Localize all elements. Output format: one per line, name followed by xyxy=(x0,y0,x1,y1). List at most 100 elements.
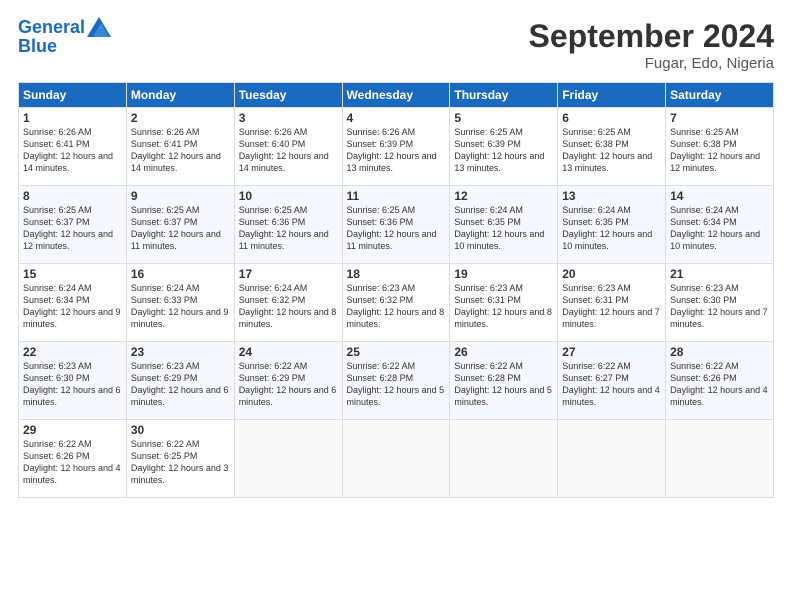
calendar-cell: 18 Sunrise: 6:23 AM Sunset: 6:32 PM Dayl… xyxy=(342,264,450,342)
day-number: 17 xyxy=(239,267,338,281)
calendar-cell: 19 Sunrise: 6:23 AM Sunset: 6:31 PM Dayl… xyxy=(450,264,558,342)
day-info: Sunrise: 6:25 AM Sunset: 6:39 PM Dayligh… xyxy=(454,126,553,175)
day-info: Sunrise: 6:24 AM Sunset: 6:35 PM Dayligh… xyxy=(454,204,553,253)
day-info: Sunrise: 6:25 AM Sunset: 6:38 PM Dayligh… xyxy=(670,126,769,175)
calendar-cell: 8 Sunrise: 6:25 AM Sunset: 6:37 PM Dayli… xyxy=(19,186,127,264)
calendar-table: SundayMondayTuesdayWednesdayThursdayFrid… xyxy=(18,82,774,498)
calendar-cell: 12 Sunrise: 6:24 AM Sunset: 6:35 PM Dayl… xyxy=(450,186,558,264)
calendar-cell: 23 Sunrise: 6:23 AM Sunset: 6:29 PM Dayl… xyxy=(126,342,234,420)
day-info: Sunrise: 6:24 AM Sunset: 6:34 PM Dayligh… xyxy=(670,204,769,253)
calendar-cell: 17 Sunrise: 6:24 AM Sunset: 6:32 PM Dayl… xyxy=(234,264,342,342)
day-number: 27 xyxy=(562,345,661,359)
calendar-cell xyxy=(342,420,450,498)
location-subtitle: Fugar, Edo, Nigeria xyxy=(529,55,774,72)
day-number: 14 xyxy=(670,189,769,203)
day-number: 7 xyxy=(670,111,769,125)
logo-blue: Blue xyxy=(18,36,111,57)
header: General Blue September 2024 Fugar, Edo, … xyxy=(18,18,774,72)
weekday-header-saturday: Saturday xyxy=(666,83,774,108)
day-number: 16 xyxy=(131,267,230,281)
day-number: 13 xyxy=(562,189,661,203)
day-number: 26 xyxy=(454,345,553,359)
calendar-cell xyxy=(666,420,774,498)
calendar-cell: 26 Sunrise: 6:22 AM Sunset: 6:28 PM Dayl… xyxy=(450,342,558,420)
day-number: 5 xyxy=(454,111,553,125)
calendar-cell: 15 Sunrise: 6:24 AM Sunset: 6:34 PM Dayl… xyxy=(19,264,127,342)
page: General Blue September 2024 Fugar, Edo, … xyxy=(0,0,792,612)
day-info: Sunrise: 6:26 AM Sunset: 6:40 PM Dayligh… xyxy=(239,126,338,175)
day-number: 28 xyxy=(670,345,769,359)
weekday-header-row: SundayMondayTuesdayWednesdayThursdayFrid… xyxy=(19,83,774,108)
logo-text: General xyxy=(18,18,85,38)
calendar-cell: 22 Sunrise: 6:23 AM Sunset: 6:30 PM Dayl… xyxy=(19,342,127,420)
day-number: 11 xyxy=(347,189,446,203)
day-number: 25 xyxy=(347,345,446,359)
day-info: Sunrise: 6:22 AM Sunset: 6:28 PM Dayligh… xyxy=(347,360,446,409)
day-info: Sunrise: 6:23 AM Sunset: 6:30 PM Dayligh… xyxy=(23,360,122,409)
calendar-cell: 3 Sunrise: 6:26 AM Sunset: 6:40 PM Dayli… xyxy=(234,108,342,186)
calendar-week-4: 22 Sunrise: 6:23 AM Sunset: 6:30 PM Dayl… xyxy=(19,342,774,420)
calendar-cell: 6 Sunrise: 6:25 AM Sunset: 6:38 PM Dayli… xyxy=(558,108,666,186)
day-number: 6 xyxy=(562,111,661,125)
month-title: September 2024 xyxy=(529,18,774,55)
day-info: Sunrise: 6:26 AM Sunset: 6:39 PM Dayligh… xyxy=(347,126,446,175)
calendar-cell xyxy=(234,420,342,498)
calendar-cell: 30 Sunrise: 6:22 AM Sunset: 6:25 PM Dayl… xyxy=(126,420,234,498)
day-number: 24 xyxy=(239,345,338,359)
calendar-cell: 28 Sunrise: 6:22 AM Sunset: 6:26 PM Dayl… xyxy=(666,342,774,420)
day-number: 12 xyxy=(454,189,553,203)
calendar-week-3: 15 Sunrise: 6:24 AM Sunset: 6:34 PM Dayl… xyxy=(19,264,774,342)
logo-icon xyxy=(87,17,111,37)
day-number: 22 xyxy=(23,345,122,359)
calendar-week-5: 29 Sunrise: 6:22 AM Sunset: 6:26 PM Dayl… xyxy=(19,420,774,498)
calendar-cell: 1 Sunrise: 6:26 AM Sunset: 6:41 PM Dayli… xyxy=(19,108,127,186)
day-number: 8 xyxy=(23,189,122,203)
day-info: Sunrise: 6:22 AM Sunset: 6:29 PM Dayligh… xyxy=(239,360,338,409)
calendar-cell: 20 Sunrise: 6:23 AM Sunset: 6:31 PM Dayl… xyxy=(558,264,666,342)
day-number: 1 xyxy=(23,111,122,125)
calendar-body: 1 Sunrise: 6:26 AM Sunset: 6:41 PM Dayli… xyxy=(19,108,774,498)
day-info: Sunrise: 6:22 AM Sunset: 6:25 PM Dayligh… xyxy=(131,438,230,487)
weekday-header-sunday: Sunday xyxy=(19,83,127,108)
calendar-cell: 10 Sunrise: 6:25 AM Sunset: 6:36 PM Dayl… xyxy=(234,186,342,264)
day-number: 9 xyxy=(131,189,230,203)
weekday-header-tuesday: Tuesday xyxy=(234,83,342,108)
day-number: 21 xyxy=(670,267,769,281)
day-number: 3 xyxy=(239,111,338,125)
day-info: Sunrise: 6:22 AM Sunset: 6:27 PM Dayligh… xyxy=(562,360,661,409)
day-number: 15 xyxy=(23,267,122,281)
day-info: Sunrise: 6:22 AM Sunset: 6:28 PM Dayligh… xyxy=(454,360,553,409)
calendar-cell: 21 Sunrise: 6:23 AM Sunset: 6:30 PM Dayl… xyxy=(666,264,774,342)
calendar-cell: 13 Sunrise: 6:24 AM Sunset: 6:35 PM Dayl… xyxy=(558,186,666,264)
calendar-cell: 11 Sunrise: 6:25 AM Sunset: 6:36 PM Dayl… xyxy=(342,186,450,264)
logo: General Blue xyxy=(18,18,111,57)
calendar-cell: 25 Sunrise: 6:22 AM Sunset: 6:28 PM Dayl… xyxy=(342,342,450,420)
day-info: Sunrise: 6:24 AM Sunset: 6:35 PM Dayligh… xyxy=(562,204,661,253)
calendar-cell: 16 Sunrise: 6:24 AM Sunset: 6:33 PM Dayl… xyxy=(126,264,234,342)
day-info: Sunrise: 6:23 AM Sunset: 6:29 PM Dayligh… xyxy=(131,360,230,409)
calendar-cell xyxy=(558,420,666,498)
calendar-cell: 24 Sunrise: 6:22 AM Sunset: 6:29 PM Dayl… xyxy=(234,342,342,420)
calendar-cell: 29 Sunrise: 6:22 AM Sunset: 6:26 PM Dayl… xyxy=(19,420,127,498)
day-number: 10 xyxy=(239,189,338,203)
day-number: 2 xyxy=(131,111,230,125)
day-info: Sunrise: 6:26 AM Sunset: 6:41 PM Dayligh… xyxy=(23,126,122,175)
day-number: 19 xyxy=(454,267,553,281)
calendar-week-1: 1 Sunrise: 6:26 AM Sunset: 6:41 PM Dayli… xyxy=(19,108,774,186)
day-number: 4 xyxy=(347,111,446,125)
calendar-cell: 14 Sunrise: 6:24 AM Sunset: 6:34 PM Dayl… xyxy=(666,186,774,264)
day-number: 29 xyxy=(23,423,122,437)
day-info: Sunrise: 6:22 AM Sunset: 6:26 PM Dayligh… xyxy=(670,360,769,409)
day-info: Sunrise: 6:24 AM Sunset: 6:32 PM Dayligh… xyxy=(239,282,338,331)
title-area: September 2024 Fugar, Edo, Nigeria xyxy=(529,18,774,72)
calendar-cell: 7 Sunrise: 6:25 AM Sunset: 6:38 PM Dayli… xyxy=(666,108,774,186)
day-info: Sunrise: 6:25 AM Sunset: 6:36 PM Dayligh… xyxy=(239,204,338,253)
weekday-header-wednesday: Wednesday xyxy=(342,83,450,108)
weekday-header-thursday: Thursday xyxy=(450,83,558,108)
day-number: 23 xyxy=(131,345,230,359)
calendar-cell: 9 Sunrise: 6:25 AM Sunset: 6:37 PM Dayli… xyxy=(126,186,234,264)
day-info: Sunrise: 6:24 AM Sunset: 6:34 PM Dayligh… xyxy=(23,282,122,331)
day-number: 18 xyxy=(347,267,446,281)
day-info: Sunrise: 6:23 AM Sunset: 6:32 PM Dayligh… xyxy=(347,282,446,331)
day-info: Sunrise: 6:25 AM Sunset: 6:38 PM Dayligh… xyxy=(562,126,661,175)
